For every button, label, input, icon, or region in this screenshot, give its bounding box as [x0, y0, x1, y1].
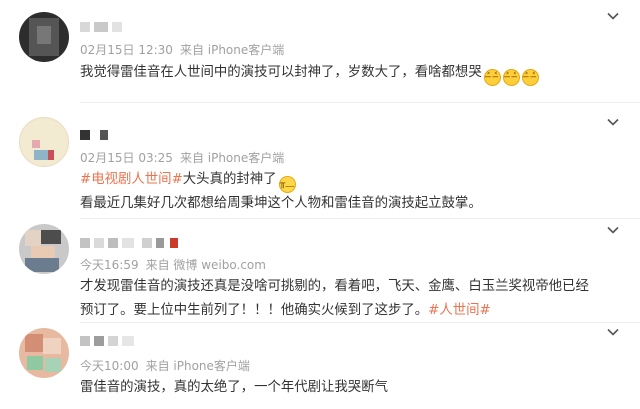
comment-source: 来自 iPhone客户端 — [179, 43, 285, 57]
avatar[interactable] — [19, 12, 69, 62]
avatar[interactable] — [19, 328, 69, 378]
comment-text-line2: 看最近几集好几次都想给周秉坤这个人物和雷佳音的演技起立鼓掌。 — [80, 196, 482, 211]
chevron-down-icon[interactable] — [606, 114, 620, 128]
username-redacted[interactable] — [80, 128, 112, 142]
chevron-down-icon[interactable] — [606, 222, 620, 236]
laugh-cry-emoji: ˃̶ ˂̶ — [521, 69, 539, 86]
username-redacted[interactable] — [80, 20, 126, 34]
comment-source: 来自 iPhone客户端 — [179, 151, 285, 165]
divider — [80, 102, 640, 103]
hashtag-link[interactable]: #人世间# — [428, 303, 491, 318]
comment-source: 来自 iPhone客户端 — [145, 359, 250, 373]
avatar[interactable] — [19, 117, 69, 167]
divider — [80, 322, 640, 323]
comment-meta: 今天16:59 来自 微博 weibo.com — [80, 258, 273, 272]
crying-emoji: ╥﹏ — [278, 176, 296, 193]
laugh-cry-emoji: ˃̶ ˂̶ — [483, 69, 501, 86]
laugh-cry-emoji: ˃̶ ˂̶ — [502, 69, 520, 86]
comment-source: 来自 微博 weibo.com — [145, 258, 266, 272]
comment-text-line2: 预订了。要上位中生前列了！！！他确实火候到了这步了。#人世间# — [80, 303, 491, 318]
comment-item: 今天10:00 来自 iPhone客户端 雷佳音的演技，真的太绝了，一个年代剧让我… — [0, 324, 640, 409]
divider — [80, 218, 640, 219]
comment-meta: 02月15日 12:30 来自 iPhone客户端 — [80, 43, 291, 57]
comment-time: 02月15日 12:30 — [80, 43, 173, 57]
comment-text: 我觉得雷佳音在人世间中的演技可以封神了，岁数大了，看啥都想哭 ˃̶ ˂̶ ˃̶ ˂̶… — [80, 61, 620, 86]
comment-text: 才发现雷佳音的演技还真是没啥可挑剔的，看着吧，飞天、金鹰、白玉兰奖视帝他已经 — [80, 279, 589, 294]
comment-text: 雷佳音的演技，真的太绝了，一个年代剧让我哭断气 — [80, 380, 388, 395]
username-redacted[interactable] — [80, 236, 182, 250]
hashtag-link[interactable]: #电视剧人世间# — [80, 172, 183, 187]
comment-item: 今天16:59 来自 微博 weibo.com 才发现雷佳音的演技还真是没啥可挑剔… — [0, 220, 640, 320]
comment-time: 今天16:59 — [80, 258, 139, 272]
comment-meta: 02月15日 03:25 来自 iPhone客户端 — [80, 151, 291, 165]
comment-time: 今天10:00 — [80, 359, 139, 373]
comment-item: 02月15日 12:30 来自 iPhone客户端 我觉得雷佳音在人世间中的演技可… — [0, 0, 640, 100]
comment-time: 02月15日 03:25 — [80, 151, 173, 165]
avatar[interactable] — [19, 224, 69, 274]
username-redacted[interactable] — [80, 334, 138, 348]
comment-meta: 今天10:00 来自 iPhone客户端 — [80, 359, 257, 373]
chevron-down-icon[interactable] — [606, 324, 620, 338]
comment-text: #电视剧人世间#大头真的封神了 ╥﹏ — [80, 168, 620, 193]
chevron-down-icon[interactable] — [606, 8, 620, 22]
comment-item: 02月15日 03:25 来自 iPhone客户端 #电视剧人世间#大头真的封神了… — [0, 104, 640, 214]
